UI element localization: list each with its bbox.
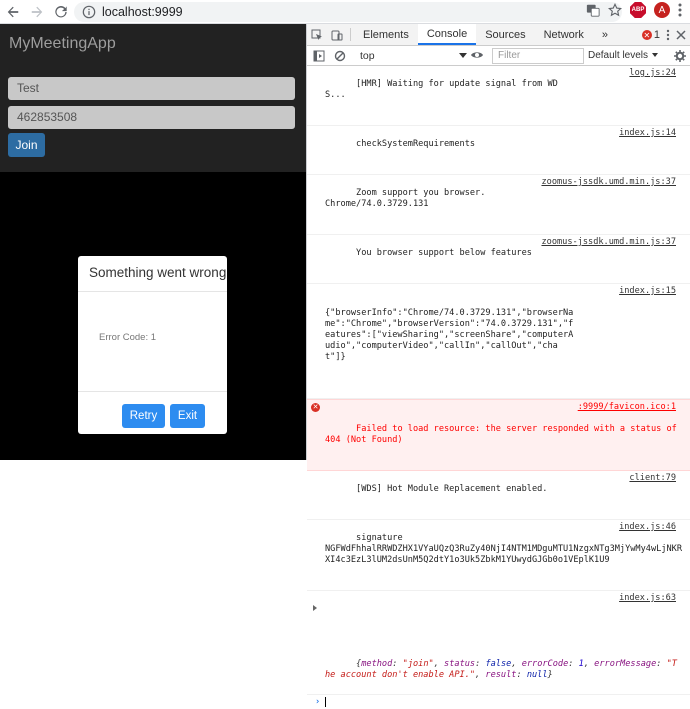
tab-separator	[350, 28, 351, 41]
translate-icon[interactable]	[586, 3, 600, 17]
object-key: errorCode	[521, 659, 569, 669]
back-icon[interactable]	[2, 1, 24, 23]
app-page: MyMeetingApp Test 462853508 Join Somethi…	[0, 24, 306, 460]
console-message: checkSystemRequirements index.js:14	[307, 126, 690, 175]
context-select[interactable]: top	[358, 48, 469, 64]
console-filter-bar: top Filter Default levels	[307, 46, 690, 66]
object-value: "join"	[402, 659, 434, 669]
clear-console-icon[interactable]	[334, 50, 346, 62]
object-key: result	[485, 670, 517, 680]
inspect-element-icon[interactable]	[307, 24, 327, 45]
name-input[interactable]: Test	[8, 77, 295, 100]
error-icon: ✕	[641, 30, 652, 40]
devtools-panel: Elements Console Sources Network » ✕ 1 t…	[306, 24, 690, 707]
retry-button[interactable]: Retry	[122, 404, 165, 428]
bookmark-star-icon[interactable]	[608, 3, 622, 17]
live-expression-eye-icon[interactable]	[470, 48, 484, 62]
object-key: status	[444, 659, 476, 669]
adblock-icon[interactable]: ABP	[630, 2, 646, 18]
source-link[interactable]: index.js:14	[619, 128, 676, 139]
modal-body: Error Code: 1	[78, 292, 227, 392]
error-modal: Something went wrong Error Code: 1 Retry…	[78, 256, 227, 434]
meeting-number-input[interactable]: 462853508	[8, 106, 295, 129]
message-text: {"browserInfo":"Chrome/74.0.3729.131","b…	[325, 308, 574, 362]
log-levels-label: Default levels	[588, 50, 649, 61]
object-value: 1	[578, 659, 584, 669]
console-message: You browser support below features zoomu…	[307, 235, 690, 284]
devtools-tabbar: Elements Console Sources Network » ✕ 1	[307, 24, 690, 46]
source-link[interactable]: client:79	[629, 473, 676, 484]
modal-title: Something went wrong	[78, 256, 227, 292]
chevron-down-icon	[459, 53, 467, 58]
exit-button[interactable]: Exit	[170, 404, 205, 428]
profile-avatar[interactable]: A	[654, 2, 670, 18]
tab-elements[interactable]: Elements	[354, 24, 418, 45]
message-text: signature NGFWdFhhalRRWDZHX1VYaUQzQ3RuZy…	[325, 533, 682, 565]
info-icon[interactable]	[82, 5, 96, 19]
console-message: signature NGFWdFhhalRRWDZHX1VYaUQzQ3RuZy…	[307, 520, 690, 591]
console-output: [HMR] Waiting for update signal from WDS…	[307, 66, 690, 709]
browser-toolbar: localhost:9999 ABP A	[0, 0, 690, 24]
source-link[interactable]: log.js:24	[629, 68, 676, 79]
sidebar-toggle-icon[interactable]	[313, 50, 325, 62]
expand-caret-icon[interactable]	[313, 605, 317, 611]
source-link[interactable]: zoomus-jssdk.umd.min.js:37	[541, 177, 676, 188]
tab-console[interactable]: Console	[417, 24, 477, 45]
message-text: [WDS] Hot Module Replacement enabled.	[356, 484, 548, 494]
error-icon: ✕	[311, 403, 320, 412]
console-message: [WDS] Hot Module Replacement enabled. cl…	[307, 471, 690, 520]
message-text: Zoom support you browser. Chrome/74.0.37…	[325, 188, 486, 209]
device-toolbar-icon[interactable]	[327, 24, 347, 45]
console-message: Zoom support you browser. Chrome/74.0.37…	[307, 175, 690, 235]
source-link[interactable]: :9999/favicon.ico:1	[578, 402, 676, 413]
source-link[interactable]: index.js:15	[619, 286, 676, 297]
object-key: method	[361, 659, 393, 669]
address-bar[interactable]: localhost:9999	[74, 2, 622, 22]
prompt-symbol: ›	[315, 697, 321, 707]
console-filter-input[interactable]: Filter	[492, 48, 584, 64]
console-settings-gear-icon[interactable]	[674, 50, 686, 62]
text-cursor	[325, 697, 326, 707]
message-text: You browser support below features	[356, 248, 532, 258]
close-devtools-icon[interactable]	[676, 30, 686, 40]
console-error-message: ✕ Failed to load resource: the server re…	[307, 399, 690, 471]
devtools-actions: ✕ 1	[641, 24, 686, 46]
source-link[interactable]: index.js:63	[619, 593, 676, 604]
join-button[interactable]: Join	[8, 133, 45, 157]
console-object-message[interactable]: index.js:63 {method: "join", status: fal…	[307, 591, 690, 695]
reload-icon[interactable]	[50, 1, 72, 23]
more-tabs-button[interactable]: »	[593, 24, 617, 45]
modal-footer: Retry Exit	[122, 404, 205, 428]
url-text: localhost:9999	[102, 5, 183, 19]
console-message: [HMR] Waiting for update signal from WDS…	[307, 66, 690, 126]
message-text: checkSystemRequirements	[356, 139, 476, 149]
console-message: {"browserInfo":"Chrome/74.0.3729.131","b…	[307, 284, 690, 399]
browser-menu-icon[interactable]	[678, 3, 682, 17]
error-count-badge[interactable]: ✕ 1	[641, 29, 660, 41]
object-value: false	[485, 659, 512, 669]
error-code-text: Error Code: 1	[99, 332, 157, 343]
forward-icon[interactable]	[26, 1, 48, 23]
source-link[interactable]: index.js:46	[619, 522, 676, 533]
devtools-menu-icon[interactable]	[666, 29, 670, 41]
context-value: top	[360, 50, 375, 62]
tab-sources[interactable]: Sources	[476, 24, 534, 45]
log-levels-dropdown[interactable]: Default levels	[588, 50, 659, 61]
console-prompt[interactable]: ›	[307, 695, 690, 709]
source-link[interactable]: zoomus-jssdk.umd.min.js:37	[541, 237, 676, 248]
toolbar-actions: ABP A	[586, 2, 682, 18]
message-text: Failed to load resource: the server resp…	[325, 424, 683, 445]
object-key: errorMessage	[594, 659, 657, 669]
levels-chevron-icon	[652, 53, 659, 58]
app-header: MyMeetingApp Test 462853508 Join	[0, 24, 306, 172]
tab-network[interactable]: Network	[535, 24, 593, 45]
error-count: 1	[653, 29, 660, 41]
app-title[interactable]: MyMeetingApp	[9, 35, 116, 53]
object-value: null	[526, 670, 548, 680]
message-text: [HMR] Waiting for update signal from WDS…	[325, 79, 558, 100]
